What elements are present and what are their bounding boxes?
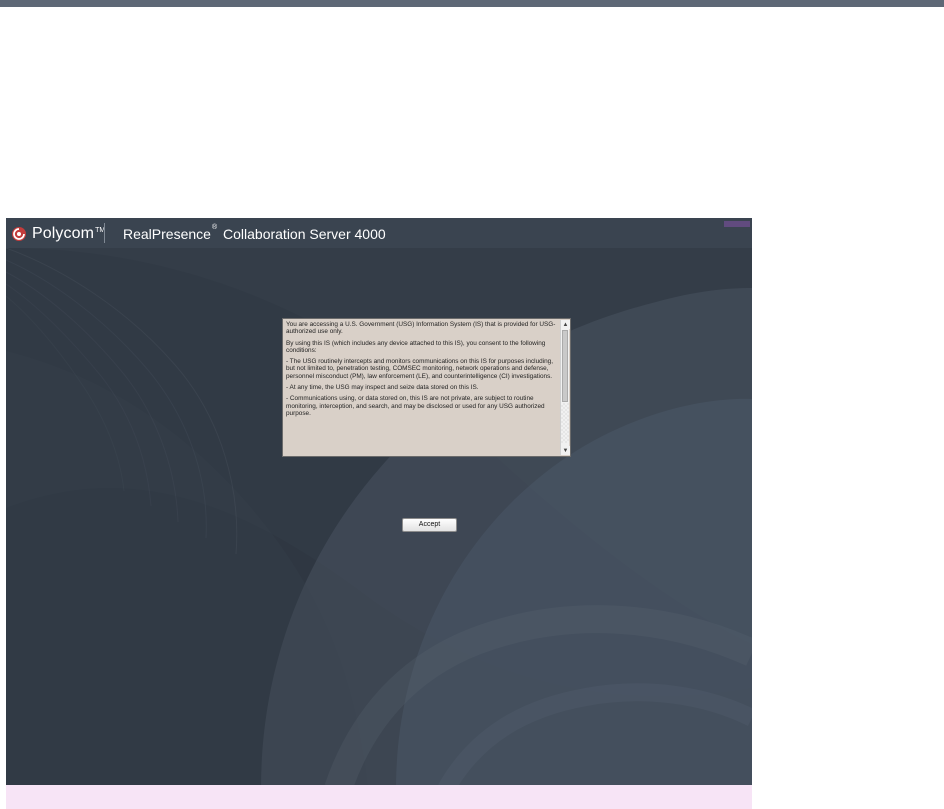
brand-name: Polycom bbox=[32, 225, 95, 242]
scroll-track bbox=[561, 403, 569, 443]
product-prefix: RealPresence bbox=[123, 226, 211, 242]
consent-text-box[interactable]: You are accessing a U.S. Government (USG… bbox=[282, 318, 571, 457]
scroll-thumb[interactable] bbox=[562, 330, 568, 402]
accept-button[interactable]: Accept bbox=[402, 518, 457, 532]
app-header: Polycom TM RealPresence® Collaboration S… bbox=[6, 218, 752, 249]
polycom-logo-icon bbox=[11, 226, 27, 242]
corner-link[interactable] bbox=[724, 221, 750, 227]
bottom-strip bbox=[6, 785, 752, 809]
consent-paragraph-2: By using this IS (which includes any dev… bbox=[286, 339, 546, 354]
consent-paragraph-5: - Communications using, or data stored o… bbox=[286, 395, 545, 417]
product-suffix: Collaboration Server 4000 bbox=[223, 226, 386, 242]
scroll-up-icon[interactable]: ▲ bbox=[561, 320, 570, 329]
top-band bbox=[0, 0, 944, 7]
product-title: RealPresence® Collaboration Server 4000 bbox=[123, 224, 386, 242]
consent-scrollbar[interactable]: ▲ ▼ bbox=[560, 320, 570, 455]
header-divider bbox=[104, 223, 105, 243]
consent-paragraph-4: - At any time, the USG may inspect and s… bbox=[286, 384, 479, 392]
scroll-down-icon[interactable]: ▼ bbox=[561, 446, 570, 455]
consent-paragraph-3: - The USG routinely intercepts and monit… bbox=[286, 358, 553, 380]
polycom-logo: Polycom TM bbox=[11, 226, 105, 242]
app-window: Polycom TM RealPresence® Collaboration S… bbox=[6, 218, 752, 808]
consent-text[interactable]: You are accessing a U.S. Government (USG… bbox=[286, 321, 558, 455]
registered-mark: ® bbox=[211, 224, 218, 232]
consent-paragraph-1: You are accessing a U.S. Government (USG… bbox=[286, 321, 556, 336]
